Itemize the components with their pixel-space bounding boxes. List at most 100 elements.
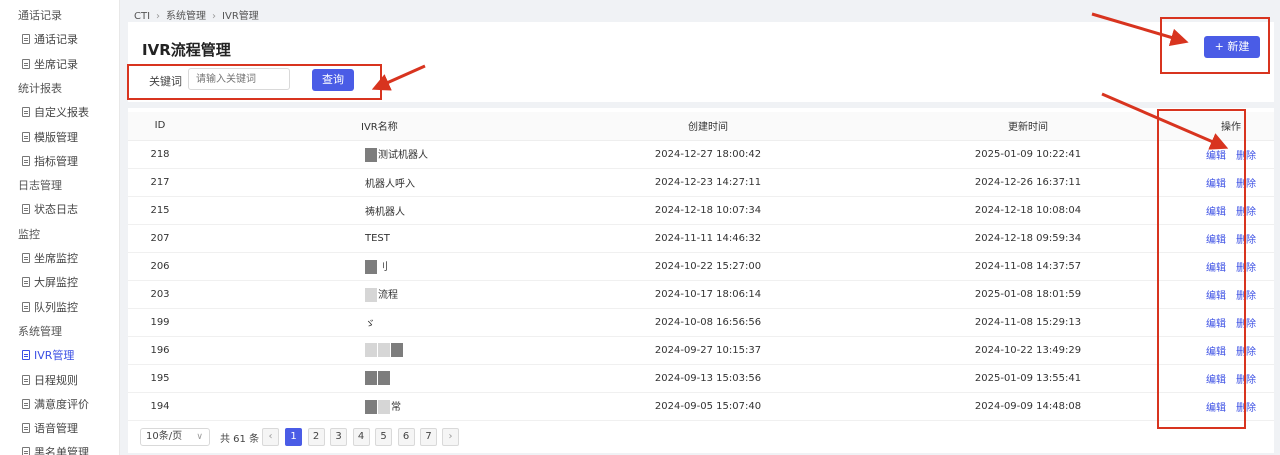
cell-id: 218 (128, 140, 178, 169)
cell-name-text: 常 (391, 402, 401, 413)
sidebar-item[interactable]: 日程规则 (0, 369, 120, 393)
cell-updated: 2024-09-09 14:48:08 (868, 392, 1188, 421)
sidebar-item[interactable]: 队列监控 (0, 296, 120, 320)
chevron-right-icon: › (156, 11, 161, 22)
col-header-name: IVR名称 (178, 112, 548, 141)
page-button[interactable]: 6 (397, 428, 415, 446)
page-size-select[interactable]: 10条/页 ∨ (140, 428, 210, 446)
sidebar-group: 系统管理 (0, 320, 120, 344)
page-button[interactable]: 3 (330, 428, 347, 446)
page-button[interactable]: 4 (352, 428, 370, 446)
redacted-block (365, 371, 377, 385)
cell-created: 2024-10-17 18:06:14 (548, 280, 868, 309)
cell-id: 215 (128, 196, 178, 225)
table-row: 199 ゞ 2024-10-08 16:56:56 2024-11-08 15:29:… (128, 308, 1274, 337)
sidebar-item[interactable]: 语音管理 (0, 417, 120, 441)
document-icon (22, 277, 30, 288)
cell-id: 203 (128, 280, 178, 309)
cell-updated: 2025-01-09 10:22:41 (868, 140, 1188, 169)
annotation-box-search (127, 64, 382, 100)
sidebar-item-label: 坐席监控 (34, 252, 78, 265)
cell-name-text: 测试机器人 (378, 150, 428, 161)
document-icon (22, 204, 30, 215)
cell-name-text: 机器人呼入 (365, 178, 415, 190)
cell-id: 206 (128, 252, 178, 281)
cell-name: 常 (178, 392, 548, 421)
sidebar-item-label: 通话记录 (34, 33, 78, 47)
table-row: 196 2024-09-27 10:15:37 2024-10-22 13:49:2… (128, 336, 1274, 365)
sidebar-item[interactable]: 自定义报表 (0, 101, 120, 125)
page-button[interactable]: 5 (375, 428, 392, 446)
table-row: 217 机器人呼入 2024-12-23 14:27:11 2024-12-26 16… (128, 168, 1274, 197)
sidebar-item[interactable]: 大屏监控 (0, 271, 120, 295)
table-header-row: ID IVR名称 创建时间 更新时间 操作 (128, 112, 1274, 141)
page-button[interactable]: 2 (307, 428, 325, 446)
document-icon (22, 58, 30, 69)
sidebar-item-label: 系统管理 (18, 324, 62, 338)
sidebar-item[interactable]: IVR管理 (0, 344, 120, 368)
sidebar-item[interactable]: 坐席监控 (0, 247, 120, 271)
annotation-box-ops (1157, 109, 1246, 429)
sidebar: 通话记录 通话记录 坐席记录 统计报表 自定义报表 模版管理 指标管理 日志管理 状态日志 监控坐… (0, 0, 120, 455)
sidebar-item-label: 大屏监控 (34, 276, 78, 290)
next-page-button[interactable]: › (442, 428, 459, 446)
sidebar-item-label: 黑名单管理 (34, 446, 89, 455)
breadcrumb-item-ivr: IVR管理 (222, 11, 259, 22)
chevron-down-icon: ∨ (196, 432, 203, 442)
breadcrumb-item-system[interactable]: 系统管理 (166, 11, 206, 22)
table-row: 215 祷机器人 2024-12-18 10:07:34 2024-12-18 10:… (128, 196, 1274, 225)
prev-page-button[interactable]: ‹ (262, 428, 279, 446)
page-button[interactable]: 7 (420, 428, 437, 446)
cell-created: 2024-10-08 16:56:56 (548, 308, 868, 337)
document-icon (22, 253, 30, 263)
redacted-block (365, 343, 377, 357)
cell-name: 流程 (178, 280, 548, 309)
sidebar-item-label: 监控 (18, 227, 40, 241)
sidebar-item[interactable]: 黑名单管理 (0, 441, 120, 455)
table-row: 218 测试机器人 2024-12-27 18:00:42 2025-01-09 10… (128, 140, 1274, 169)
redacted-block (378, 371, 390, 385)
cell-created: 2024-09-05 15:07:40 (548, 392, 868, 421)
redacted-block (365, 148, 377, 162)
cell-created: 2024-10-22 15:27:00 (548, 252, 868, 281)
sidebar-item[interactable]: 通话记录 (0, 28, 120, 52)
document-icon (22, 131, 30, 142)
cell-name: 测试机器人 (178, 140, 548, 169)
breadcrumb-item-cti[interactable]: CTI (134, 11, 150, 22)
cell-name-text: ゞ (365, 318, 375, 330)
breadcrumb: CTI › 系统管理 › IVR管理 (134, 7, 259, 22)
sidebar-item-label: IVR管理 (34, 349, 75, 363)
page-button[interactable]: 1 (285, 428, 302, 446)
cell-name-text: 祷机器人 (365, 206, 405, 218)
cell-created: 2024-12-18 10:07:34 (548, 196, 868, 225)
sidebar-item-label: 指标管理 (34, 154, 78, 168)
sidebar-item[interactable]: 指标管理 (0, 150, 120, 174)
cell-created: 2024-12-27 18:00:42 (548, 140, 868, 169)
cell-updated: 2025-01-08 18:01:59 (868, 280, 1188, 309)
cell-updated: 2024-11-08 14:37:57 (868, 252, 1188, 281)
sidebar-item-label: 日程规则 (34, 373, 78, 387)
cell-updated: 2024-12-26 16:37:11 (868, 168, 1188, 197)
cell-id: 196 (128, 336, 178, 365)
table-row: 206 刂 2024-10-22 15:27:00 2024-11-08 14:37:… (128, 252, 1274, 281)
cell-created: 2024-12-23 14:27:11 (548, 168, 868, 197)
cell-updated: 2024-12-18 10:08:04 (868, 196, 1188, 225)
sidebar-item-label: 模版管理 (34, 130, 78, 144)
redacted-block (378, 343, 390, 357)
document-icon (22, 398, 30, 409)
cell-name: 刂 (178, 252, 548, 281)
cell-name: TEST (178, 224, 548, 253)
page-size-value: 10条/页 (146, 431, 183, 442)
sidebar-item[interactable]: 模版管理 (0, 126, 120, 150)
sidebar-group: 监控 (0, 223, 120, 247)
sidebar-item[interactable]: 坐席记录 (0, 53, 120, 77)
sidebar-item[interactable]: 满意度评价 (0, 393, 120, 417)
sidebar-item-label: 自定义报表 (34, 106, 89, 120)
redacted-block (365, 260, 377, 274)
cell-created: 2024-09-27 10:15:37 (548, 336, 868, 365)
sidebar-group: 统计报表 (0, 77, 120, 101)
document-icon (22, 350, 30, 361)
cell-created: 2024-09-13 15:03:56 (548, 364, 868, 393)
cell-name-text: TEST (365, 232, 390, 244)
sidebar-item[interactable]: 状态日志 (0, 198, 120, 222)
